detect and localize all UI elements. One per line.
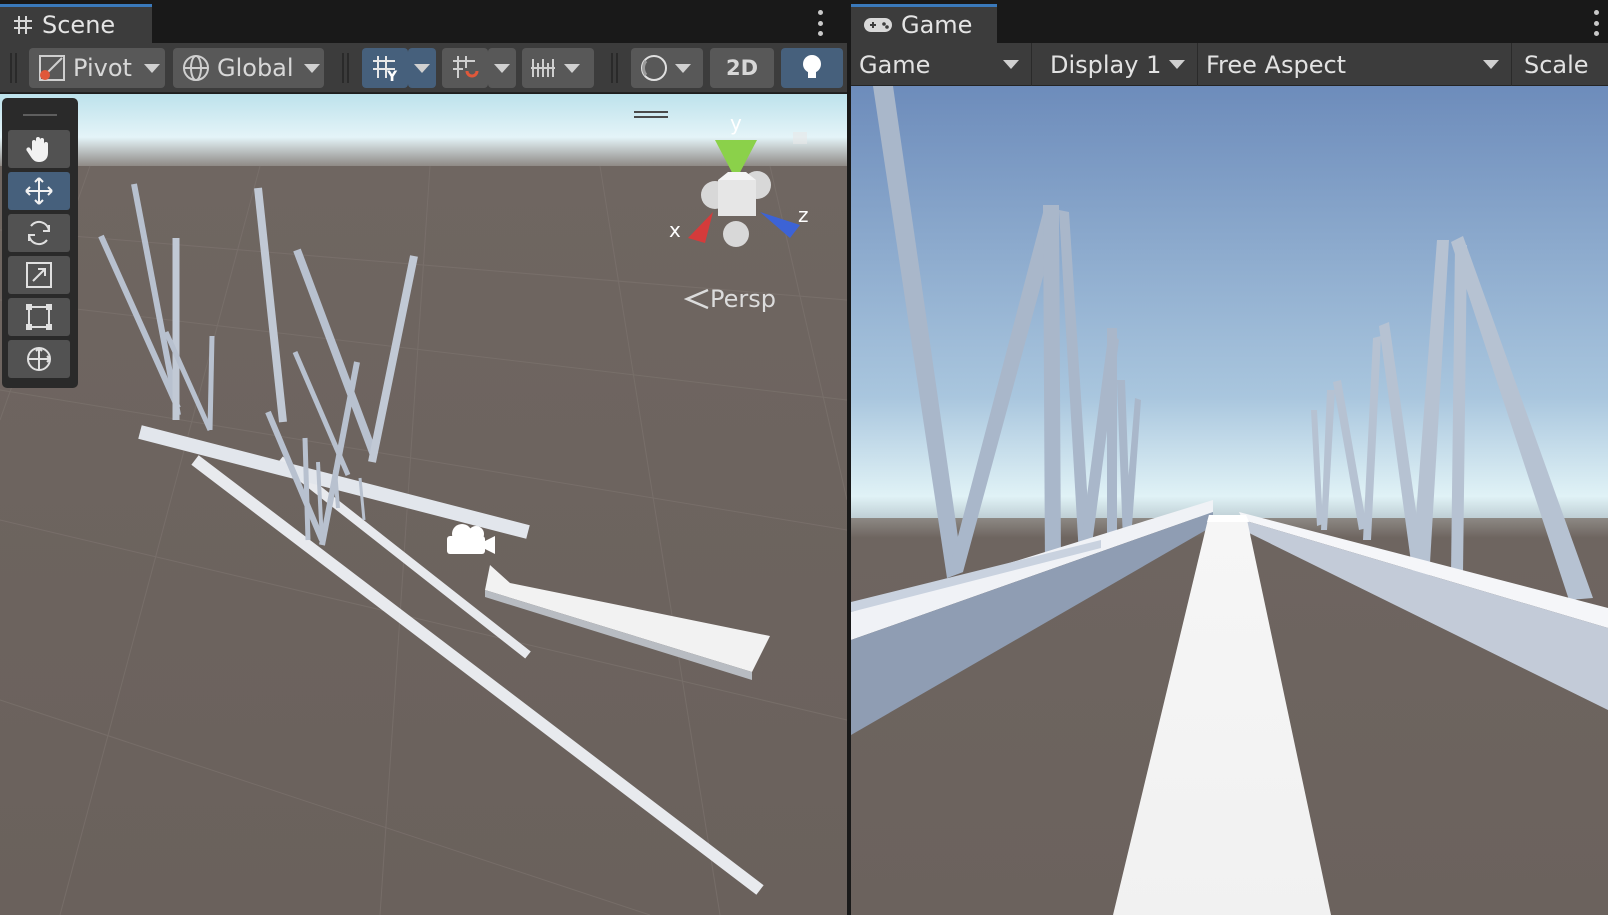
scene-tab-menu-icon[interactable] <box>815 10 825 36</box>
tab-game[interactable]: Game <box>851 4 997 43</box>
toolbar-separator <box>342 53 349 83</box>
game-view[interactable] <box>851 86 1608 915</box>
rotate-tool-button[interactable] <box>8 214 70 252</box>
lock-icon <box>793 132 807 144</box>
toolbar-separator <box>10 53 17 83</box>
hand-icon <box>26 137 48 162</box>
perspective-icon <box>684 288 709 310</box>
scale-control[interactable]: Scale <box>1512 43 1608 86</box>
display-dropdown[interactable]: Display 1 <box>1032 43 1198 86</box>
chevron-down-icon <box>414 63 430 73</box>
gizmo-z-label[interactable]: z <box>798 203 809 227</box>
gizmo-y-label[interactable]: y <box>730 111 742 135</box>
game-panel: Game Game Display 1 Free Aspect Scale <box>851 0 1608 915</box>
scene-tab-bar: Scene <box>0 0 847 43</box>
lightbulb-icon <box>803 55 821 78</box>
global-dropdown[interactable]: Global <box>173 48 324 88</box>
pivot-label: Pivot <box>73 54 132 82</box>
lighting-toggle[interactable] <box>781 48 843 88</box>
chevron-down-icon <box>675 63 691 73</box>
toolbar-separator <box>611 53 618 83</box>
scene-toolbar: Pivot Global Y 2D <box>0 43 847 93</box>
move-tool-button[interactable] <box>8 172 70 210</box>
increment-snap-toggle[interactable] <box>442 48 488 88</box>
tool-strip-drag-handle[interactable] <box>8 104 72 126</box>
chevron-down-icon <box>564 63 580 73</box>
scene-render <box>0 94 847 915</box>
rotate-icon <box>28 220 50 246</box>
grid-hash-icon <box>14 16 32 34</box>
chevron-down-icon <box>303 63 320 73</box>
grid-y-icon: Y <box>373 56 398 83</box>
scene-viewport[interactable]: y x z <box>0 94 847 915</box>
shading-mode-dropdown[interactable] <box>631 48 703 88</box>
game-tab-label: Game <box>901 11 973 39</box>
scale-label: Scale <box>1524 50 1589 79</box>
display-mode-dropdown[interactable]: Game <box>851 43 1032 86</box>
pivot-icon <box>39 55 65 81</box>
grid-snap-toggle[interactable]: Y <box>362 48 408 88</box>
projection-toggle[interactable]: Persp <box>684 285 776 313</box>
game-tab-bar: Game <box>851 0 1608 43</box>
pivot-dropdown[interactable]: Pivot <box>29 48 165 88</box>
mode-2d-label: 2D <box>725 56 759 80</box>
shading-sphere-icon <box>641 55 667 81</box>
scene-tab-label: Scene <box>42 11 116 39</box>
game-toolbar: Game Display 1 Free Aspect Scale <box>851 43 1608 86</box>
view-tool-button[interactable] <box>8 130 70 168</box>
ruler-icon <box>531 59 555 77</box>
scene-tool-strip <box>2 98 78 388</box>
gamepad-icon <box>864 18 892 32</box>
chevron-down-icon <box>143 63 160 73</box>
chevron-down-icon <box>1483 60 1499 69</box>
snap-dropdown-button[interactable] <box>488 48 516 88</box>
globe-icon <box>183 55 209 81</box>
rect-tool-button[interactable] <box>8 298 70 336</box>
aspect-dropdown[interactable]: Free Aspect <box>1198 43 1512 86</box>
ruler-dropdown[interactable] <box>522 48 594 88</box>
chevron-down-icon <box>1169 60 1185 69</box>
transform-icon <box>27 347 51 371</box>
snap-magnet-icon <box>453 56 479 78</box>
scene-panel: Scene Pivot Global Y 2D y x z Persp <box>0 0 847 915</box>
chevron-down-icon <box>1003 60 1019 69</box>
gizmo-x-label[interactable]: x <box>669 218 681 242</box>
scale-icon <box>26 262 52 288</box>
grid-dropdown-button[interactable] <box>408 48 436 88</box>
display-mode-label: Game <box>859 50 931 79</box>
transform-tool-button[interactable] <box>8 340 70 378</box>
rect-transform-icon <box>26 304 52 330</box>
chevron-down-icon <box>494 63 510 73</box>
mode-2d-toggle[interactable]: 2D <box>710 48 774 88</box>
scale-tool-button[interactable] <box>8 256 70 294</box>
game-tab-menu-icon[interactable] <box>1591 10 1601 36</box>
projection-label: Persp <box>710 285 776 313</box>
display-label: Display 1 <box>1050 50 1162 79</box>
tab-scene[interactable]: Scene <box>0 4 152 43</box>
move-arrows-icon <box>25 177 53 205</box>
game-render <box>851 86 1608 915</box>
svg-text:Y: Y <box>386 69 398 83</box>
global-label: Global <box>217 54 294 82</box>
aspect-label: Free Aspect <box>1206 50 1347 79</box>
